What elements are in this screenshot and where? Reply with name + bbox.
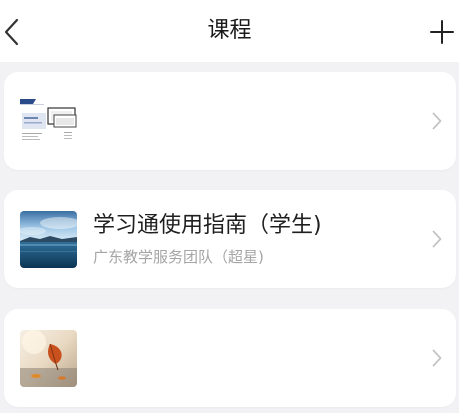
nav-bar: 课程	[0, 0, 459, 62]
course-teacher: 广东教学服务团队（超星)	[93, 248, 264, 266]
lake-landscape-thumbnail	[20, 211, 77, 268]
plus-icon	[430, 20, 454, 44]
course-card[interactable]: 学习通使用指南（学生) 广东教学服务团队（超星)	[4, 190, 456, 288]
page-title: 课程	[207, 18, 252, 43]
course-card[interactable]	[4, 309, 456, 407]
add-course-button[interactable]	[425, 14, 459, 50]
slide-document-thumbnail	[20, 93, 77, 150]
autumn-leaf-thumbnail	[20, 330, 77, 387]
course-title: 学习通使用指南（学生)	[93, 213, 322, 238]
chevron-right-icon	[432, 112, 442, 130]
course-card[interactable]	[4, 72, 456, 170]
chevron-right-icon	[432, 349, 442, 367]
chevron-right-icon	[432, 230, 442, 248]
